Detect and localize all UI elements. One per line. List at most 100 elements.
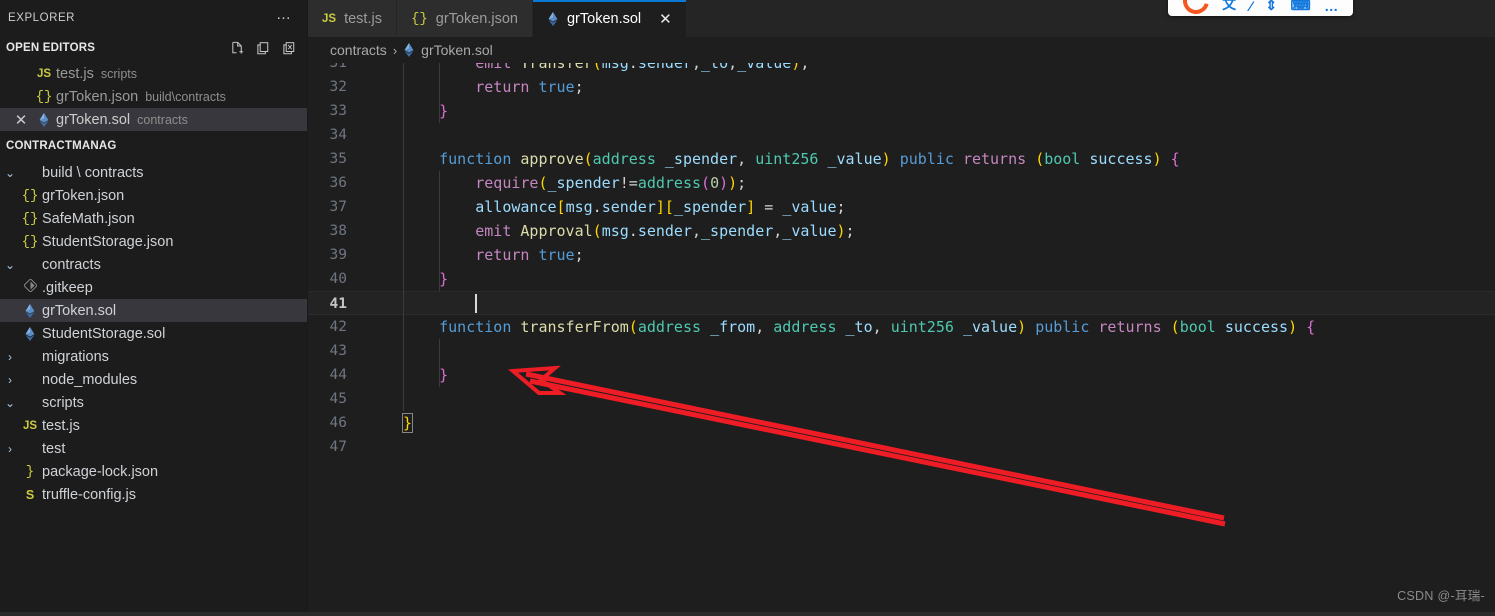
breadcrumb-file[interactable]: grToken.sol — [421, 42, 493, 58]
tree-item-contracts[interactable]: ⌄ contracts — [0, 253, 307, 276]
tree-item-label: migrations — [42, 348, 109, 365]
solidity-file-icon — [547, 11, 559, 26]
chevron-right-icon[interactable]: › — [8, 373, 12, 387]
breadcrumb-folder[interactable]: contracts — [330, 42, 387, 58]
file-tree: ⌄ build \ contracts{} grToken.json{} SafeMa… — [0, 161, 307, 506]
code-line-33[interactable]: 33 } — [308, 99, 1495, 123]
ime-item-2[interactable]: ⇕ — [1265, 0, 1277, 14]
code-line-42[interactable]: 42 function transferFrom(address _from, … — [308, 315, 1495, 339]
code-line-45[interactable]: 45 — [308, 387, 1495, 411]
close-icon[interactable]: ✕ — [10, 111, 32, 129]
tree-item-node_modules[interactable]: › node_modules — [0, 368, 307, 391]
tree-item-migrations[interactable]: › migrations — [0, 345, 307, 368]
open-editor-path: scripts — [100, 66, 137, 81]
code-text: } — [439, 366, 449, 384]
chevron-right-icon[interactable]: › — [8, 350, 12, 364]
json-file-icon: {} — [21, 233, 39, 250]
floating-ime-toolbar[interactable]: 文 ⁄ ⇕ ⌨ … — [1168, 0, 1353, 16]
code-line-47[interactable]: 47 — [308, 435, 1495, 459]
code-line-39[interactable]: 39 return true; — [308, 243, 1495, 267]
line-number: 37 — [329, 199, 347, 215]
tab-test-js[interactable]: JS test.js — [308, 0, 397, 37]
tree-item-grtoken-sol[interactable]: grToken.sol — [0, 299, 307, 322]
project-header[interactable]: CONTRACTMANAG — [0, 133, 307, 159]
brace-file-icon: } — [25, 463, 35, 480]
code-line-37[interactable]: 37 allowance[msg.sender][_spender] = _va… — [308, 195, 1495, 219]
save-all-icon[interactable] — [282, 41, 297, 56]
page-title: EXPLORER — [8, 11, 76, 24]
open-editors-label: OPEN EDITORS — [6, 42, 96, 54]
open-editor-item-grtoken-sol[interactable]: ✕ grToken.sol contracts — [0, 108, 307, 131]
tree-item-label: contracts — [42, 256, 101, 273]
code-line-36[interactable]: 36 require(_spender!=address(0)); — [308, 171, 1495, 195]
solidity-file-icon — [403, 43, 415, 57]
tree-item-test[interactable]: › test — [0, 437, 307, 460]
code-line-34[interactable]: 34 — [308, 123, 1495, 147]
ime-item-0[interactable]: 文 — [1222, 0, 1236, 14]
open-editor-item-test-js[interactable]: JS test.js scripts — [0, 62, 307, 85]
code-editor[interactable]: 31 emit Transfer(msg.sender,_to,_value);… — [308, 63, 1495, 616]
line-number: 35 — [329, 151, 347, 167]
indent-guide — [439, 171, 441, 291]
tree-item-label: grToken.sol — [42, 302, 117, 319]
code-line-35[interactable]: 35 function approve(address _spender, ui… — [308, 147, 1495, 171]
tree-item-label: grToken.json — [42, 187, 125, 204]
code-line-38[interactable]: 38 emit Approval(msg.sender,_spender,_va… — [308, 219, 1495, 243]
chevron-down-icon[interactable]: ⌄ — [5, 396, 15, 410]
json-file-icon: {} — [410, 10, 428, 27]
open-editor-item-grtoken-json[interactable]: {} grToken.json build\contracts — [0, 85, 307, 108]
more-actions-icon[interactable]: … — [276, 7, 293, 25]
new-folder-icon[interactable] — [256, 41, 271, 56]
code-line-41[interactable]: 41 — [308, 291, 1495, 315]
new-file-icon[interactable] — [230, 41, 245, 56]
ime-item-1[interactable]: ⁄ — [1250, 0, 1252, 14]
tree-item-truffle-config-js[interactable]: Struffle-config.js — [0, 483, 307, 506]
tree-item-studentstorage-json[interactable]: {} StudentStorage.json — [0, 230, 307, 253]
s-file-icon: S — [25, 487, 35, 502]
code-line-31[interactable]: 31 emit Transfer(msg.sender,_to,_value); — [308, 63, 1495, 75]
explorer-sidebar: EXPLORER … OPEN EDITORS JS test.js scripts… — [0, 0, 308, 616]
tree-item-test-js[interactable]: JS test.js — [0, 414, 307, 437]
tree-item-grtoken-json[interactable]: {} grToken.json — [0, 184, 307, 207]
open-editors-header[interactable]: OPEN EDITORS — [0, 35, 307, 61]
watermark: CSDN @-耳瑞- — [1397, 589, 1485, 603]
line-number: 46 — [329, 415, 347, 431]
tree-item-scripts[interactable]: ⌄ scripts — [0, 391, 307, 414]
chevron-down-icon[interactable]: ⌄ — [5, 258, 15, 272]
open-editors-list: JS test.js scripts {} grToken.json build\cont… — [0, 61, 307, 131]
code-line-46[interactable]: 46} — [308, 411, 1495, 435]
tab-grtoken-json[interactable]: {} grToken.json — [396, 0, 533, 37]
close-icon[interactable]: ✕ — [659, 10, 672, 28]
code-text: } — [439, 102, 449, 120]
tree-item-label: StudentStorage.sol — [42, 325, 166, 342]
explorer-title-row: EXPLORER … — [0, 0, 307, 35]
chevron-right-icon[interactable]: › — [8, 442, 12, 456]
code-line-43[interactable]: 43 — [308, 339, 1495, 363]
open-editor-name: test.js — [56, 65, 94, 82]
tree-item-gitkeep[interactable]: .gitkeep — [0, 276, 307, 299]
tab-label: test.js — [344, 10, 382, 27]
chevron-down-icon[interactable]: ⌄ — [5, 166, 15, 180]
line-number: 47 — [329, 439, 347, 455]
tree-item-label: scripts — [42, 394, 84, 411]
ime-item-4[interactable]: … — [1324, 0, 1338, 14]
vscode-window: EXPLORER … OPEN EDITORS JS test.js scripts… — [0, 0, 1495, 616]
tab-grtoken-sol[interactable]: grToken.sol ✕ — [532, 0, 687, 37]
code-line-40[interactable]: 40 } — [308, 267, 1495, 291]
js-file-icon: JS — [322, 12, 337, 25]
tab-label: grToken.json — [435, 10, 518, 27]
solidity-file-icon — [24, 326, 36, 341]
code-lines[interactable]: 31 emit Transfer(msg.sender,_to,_value);… — [308, 63, 1495, 616]
tree-item-studentstorage-sol[interactable]: StudentStorage.sol — [0, 322, 307, 345]
code-line-44[interactable]: 44 } — [308, 363, 1495, 387]
code-line-32[interactable]: 32 return true; — [308, 75, 1495, 99]
ime-item-3[interactable]: ⌨ — [1291, 0, 1311, 14]
indent-guide — [439, 339, 441, 387]
tab-list: JS test.js {} grToken.json grToken.sol ✕ — [308, 0, 687, 37]
tree-item-safemath-json[interactable]: {} SafeMath.json — [0, 207, 307, 230]
tree-item-package-lock-json[interactable]: } package-lock.json — [0, 460, 307, 483]
line-number: 44 — [329, 367, 347, 383]
tree-item-label: build \ contracts — [42, 164, 144, 181]
editor-area: JS test.js{} grToken.json grToken.sol ✕ cont… — [0, 0, 1495, 616]
tree-item-build-contracts[interactable]: ⌄ build \ contracts — [0, 161, 307, 184]
